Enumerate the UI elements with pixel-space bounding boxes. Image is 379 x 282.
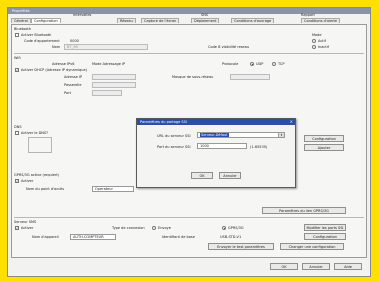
- wifi-group-label: Wifi: [14, 56, 21, 60]
- tab-general[interactable]: Général: [11, 18, 31, 23]
- ip-address-label: Adresse IP: [64, 75, 83, 79]
- gprs-check-label: Activer: [21, 179, 34, 183]
- protocol-label: Protocole: [222, 62, 239, 66]
- bluetooth-check-label: Activer Bluetooth: [21, 33, 52, 37]
- configuration-button[interactable]: Configuration: [304, 233, 346, 240]
- pairing-code-value: 0000: [70, 39, 79, 43]
- mode-inactive-radio[interactable]: [312, 45, 316, 49]
- protocol-udp-radio[interactable]: [250, 62, 254, 66]
- subnet-mask-label: Masque de sous-réseau: [172, 75, 214, 79]
- window-title: Propriétés: [12, 9, 30, 13]
- divider: [14, 53, 364, 54]
- send-test-button[interactable]: Envoyer le test paramètres: [208, 243, 274, 250]
- mode-active-label: Actif: [318, 39, 326, 43]
- dhcp-label: Activer DHCP (Adresse IP dynamique): [21, 68, 87, 72]
- ok-button[interactable]: OK: [270, 263, 298, 270]
- conn-send-label: Envoye: [158, 226, 171, 230]
- port-label: Port: [64, 91, 71, 95]
- visibility-hint: Code B visibilité reseau: [208, 45, 250, 49]
- ssi-port-hint: (1-65535): [250, 145, 268, 149]
- ssi-url-label: URL du serveur SSI: [157, 134, 191, 138]
- tab-group-intervals: Intervalles: [73, 13, 92, 17]
- dns-check-label: Activer le DNS?: [21, 131, 49, 135]
- tab-strip: Intervalles SNS Rapport Général Configur…: [11, 13, 367, 24]
- close-icon[interactable]: ×: [290, 119, 293, 125]
- ssi-settings-dialog: Paramètres du partage SSI × URL du serve…: [136, 118, 296, 188]
- properties-window: Propriétés Intervalles SNS Rapport Génér…: [7, 7, 371, 277]
- gprs-checkbox[interactable]: ✓: [15, 179, 19, 183]
- dns-slider-group: [28, 137, 52, 153]
- dialog-titlebar: Paramètres du partage SSI ×: [137, 119, 295, 125]
- dns-add-button[interactable]: Ajouter: [304, 144, 344, 151]
- ip-mode-value: Mode Adressage IP: [92, 62, 126, 66]
- connection-type-label: Type de connexion: [112, 226, 145, 230]
- dns-group-label: DNS: [14, 125, 22, 129]
- chevron-down-icon: ▾: [278, 133, 284, 137]
- mode-inactive-label: Inactif: [318, 45, 329, 49]
- bt-name-field[interactable]: BT_96: [64, 44, 148, 50]
- mode-active-radio[interactable]: [312, 39, 316, 43]
- gprs-params-button[interactable]: Paramètres du lien GPRS/3G: [262, 207, 346, 214]
- conn-gprs-radio[interactable]: [222, 226, 226, 230]
- apn-field[interactable]: Operateur: [92, 186, 134, 192]
- sms-check-label: Activer: [21, 226, 34, 230]
- tab-alert-conditions[interactable]: Conditions d'alerte: [301, 18, 341, 23]
- gateway-field[interactable]: [92, 82, 136, 88]
- cancel-button[interactable]: Annuler: [302, 263, 330, 270]
- tab-deployment[interactable]: Déploiement: [191, 18, 220, 23]
- ssi-url-select[interactable]: Serveur-Défaut ▾: [197, 132, 285, 138]
- ssi-port-label: Port du serveur SSI: [157, 145, 191, 149]
- bt-name-label: Nom: [52, 45, 61, 49]
- base-id-label: Identifiant de base: [162, 235, 195, 239]
- dns-configure-button[interactable]: Configuration: [304, 135, 344, 142]
- dialog-ok-button[interactable]: OK: [191, 172, 213, 179]
- gprs-group-label: GPRS/3G active (requiert): [14, 173, 60, 177]
- dialog-title: Paramètres du partage SSI: [140, 120, 187, 124]
- ip-address-field[interactable]: [92, 74, 136, 80]
- conn-send-radio[interactable]: [152, 226, 156, 230]
- dialog-cancel-button[interactable]: Annuler: [219, 172, 241, 179]
- tab-group-report: Rapport: [301, 13, 315, 17]
- protocol-udp-label: UDP: [256, 62, 264, 66]
- device-name-field[interactable]: AUTH-COMPTEUR: [70, 234, 116, 240]
- ip-mode-label: Adresse IPv6: [52, 62, 75, 66]
- tab-open-conditions[interactable]: Conditions d'ouvrage: [231, 18, 275, 23]
- protocol-tcp-radio[interactable]: [272, 62, 276, 66]
- apn-label: Nom du point d'accès: [26, 187, 65, 191]
- sms-checkbox[interactable]: ✓: [15, 226, 19, 230]
- ssi-port-field[interactable]: 1000: [197, 143, 247, 149]
- tab-configuration[interactable]: Configuration: [31, 18, 61, 23]
- protocol-tcp-label: TCP: [278, 62, 285, 66]
- conn-gprs-label: GPRS/3G: [228, 226, 244, 230]
- bluetooth-group-label: Bluetooth: [14, 27, 31, 31]
- load-configuration-button[interactable]: Changer une configuration: [280, 243, 344, 250]
- modify-ports-button[interactable]: Modifier les ports SSI: [304, 224, 346, 231]
- dhcp-checkbox[interactable]: ✓: [15, 68, 19, 72]
- sms-group-label: Serveur SMS: [14, 220, 37, 224]
- gateway-label: Passerelle: [64, 83, 82, 87]
- tab-group-sns: SNS: [201, 13, 209, 17]
- pairing-code-label: Code d'appariement: [24, 39, 60, 43]
- bluetooth-checkbox[interactable]: [15, 33, 19, 37]
- port-field[interactable]: [92, 90, 122, 96]
- mode-label: Mode: [312, 33, 322, 37]
- help-button[interactable]: Aide: [334, 263, 362, 270]
- tab-screen-capture[interactable]: Capture de l'écran: [141, 18, 180, 23]
- device-name-label: Nom d'appareil: [32, 235, 59, 239]
- base-id-value: USB-STD-V1: [220, 235, 242, 239]
- subnet-mask-field[interactable]: [230, 74, 270, 80]
- dns-checkbox[interactable]: [15, 131, 19, 135]
- divider: [14, 217, 364, 218]
- tab-network[interactable]: Réseau: [117, 18, 136, 23]
